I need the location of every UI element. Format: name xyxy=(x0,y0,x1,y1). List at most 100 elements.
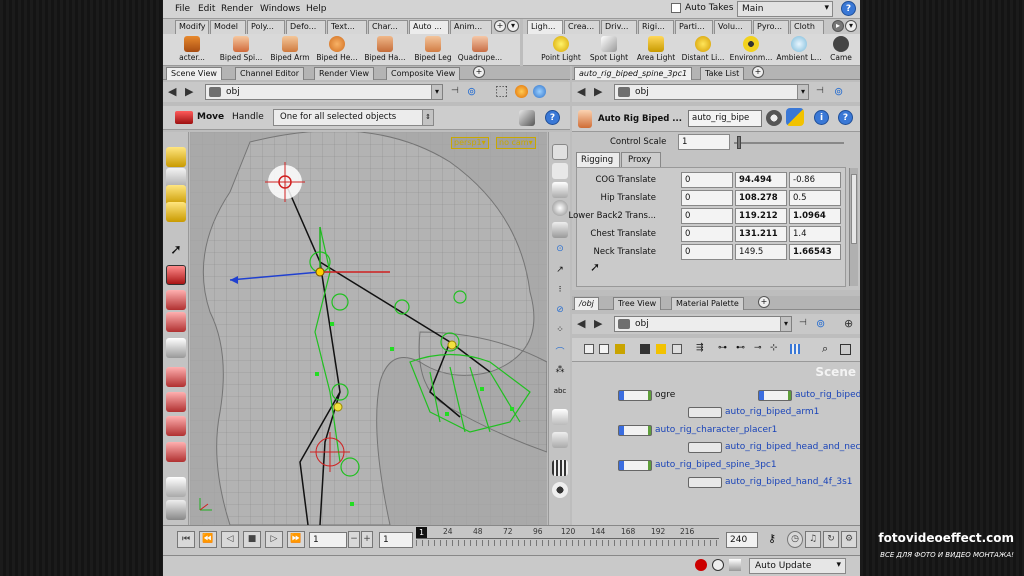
shelf-menu-icon[interactable]: ▾ xyxy=(507,20,519,32)
shelf-tab-deform[interactable]: Defo... xyxy=(286,20,326,34)
pin-icon[interactable]: ⊣ xyxy=(451,85,464,98)
shelf-tab-drive[interactable]: Driv... xyxy=(601,20,637,34)
menu-help[interactable]: Help xyxy=(306,4,327,14)
network-add-tab-icon[interactable]: + xyxy=(758,296,770,308)
paint-icon[interactable] xyxy=(166,442,186,462)
param-x-field[interactable]: 0 xyxy=(681,244,733,260)
frame-icon[interactable] xyxy=(840,344,851,355)
shelf-tab-rigid[interactable]: Rigi... xyxy=(638,20,674,34)
tool-spot-light[interactable]: Spot Light xyxy=(585,35,633,65)
tool-camera[interactable]: Came xyxy=(823,35,859,65)
param-z-field[interactable]: 1.0964 xyxy=(789,208,841,224)
rotate-icon[interactable] xyxy=(166,290,186,310)
shelf-tab-texture[interactable]: Text... xyxy=(327,20,367,34)
timeline-ruler[interactable]: 1 24 48 72 96 120 144 168 192 216 xyxy=(416,526,719,554)
realtime-icon[interactable]: ◷ xyxy=(787,531,803,548)
param-y-field[interactable]: 108.278 xyxy=(735,190,787,206)
current-frame-marker[interactable]: 1 xyxy=(416,527,427,538)
brush-icon[interactable] xyxy=(166,416,186,436)
background-image-icon[interactable] xyxy=(552,409,568,425)
param-z-field[interactable]: 1.4 xyxy=(789,226,841,242)
shelf-tab-cloth[interactable]: Cloth xyxy=(790,20,824,34)
render-sphere-icon[interactable] xyxy=(515,85,528,98)
camera-nocam-menu[interactable]: no cam▾ xyxy=(496,137,536,149)
tool-help-icon[interactable]: ? xyxy=(545,110,560,125)
param-x-field[interactable]: 0 xyxy=(681,226,733,242)
tab-channel-editor[interactable]: Channel Editor xyxy=(235,67,305,80)
tab-material-palette[interactable]: Material Palette xyxy=(671,297,744,310)
display-mode-icon[interactable] xyxy=(552,144,568,160)
pane-add-tab-icon[interactable]: + xyxy=(473,66,485,78)
node-grid-icon[interactable] xyxy=(599,344,609,354)
params-back-arrow-icon[interactable]: ◀ xyxy=(577,85,590,98)
tool-distant-light[interactable]: Distant Li... xyxy=(679,35,727,65)
play-icon[interactable]: ▷ xyxy=(265,531,283,548)
grid-icon[interactable] xyxy=(552,460,568,476)
layout-icon[interactable]: ⇶ xyxy=(696,343,704,353)
shading-mode-icon[interactable] xyxy=(552,163,568,179)
help-icon[interactable]: ? xyxy=(841,1,856,16)
shelf-tab-volume[interactable]: Volu... xyxy=(714,20,752,34)
node-auto-rig-biped-head-and-neck[interactable]: auto_rig_biped_head_and_neck xyxy=(688,441,860,453)
play-reverse-icon[interactable]: ◁ xyxy=(221,531,239,548)
node-auto-rig-character-placer1[interactable]: auto_rig_character_placer1 xyxy=(618,424,777,436)
step-back-icon[interactable]: ⏪ xyxy=(199,531,217,548)
ghost-icon[interactable] xyxy=(552,182,568,198)
tab-take-list[interactable]: Take List xyxy=(700,67,745,80)
align-icon[interactable]: ⊶ xyxy=(718,343,727,353)
step-forward-icon[interactable]: ⏩ xyxy=(287,531,305,548)
params-forward-arrow-icon[interactable]: ▶ xyxy=(594,85,607,98)
tool-ambient-light[interactable]: Ambient L... xyxy=(775,35,823,65)
viewport-cube-icon[interactable]: ⬚ xyxy=(495,84,508,98)
tab-render-view[interactable]: Render View xyxy=(314,67,375,80)
render-region-icon[interactable] xyxy=(166,477,186,497)
link-icon[interactable]: ⊚ xyxy=(467,85,480,98)
tab-composite-view[interactable]: Composite View xyxy=(386,67,461,80)
current-frame-field[interactable]: 1 xyxy=(309,532,347,548)
network-editor[interactable]: Scene ogre auto_rig_biped auto_rig_biped… xyxy=(572,362,860,525)
tool-biped-leg[interactable]: Biped Leg xyxy=(407,35,459,65)
tree-layout-icon[interactable]: ⊷ xyxy=(736,343,745,353)
params-add-tab-icon[interactable]: + xyxy=(752,66,764,78)
shelf-tab-character[interactable]: Char... xyxy=(368,20,408,34)
sticky-note-icon[interactable] xyxy=(656,344,666,354)
shelf-right-menu-icon[interactable]: ▾ xyxy=(845,20,857,32)
network-zoom-icon[interactable]: ⊕ xyxy=(844,317,857,330)
audio-icon[interactable]: ♫ xyxy=(805,531,821,548)
render-icon[interactable] xyxy=(552,222,568,238)
tool-biped-spine[interactable]: Biped Spi... xyxy=(215,35,267,65)
primitive-icon[interactable]: ⌒ xyxy=(552,345,568,361)
shelf-tab-create[interactable]: Crea... xyxy=(564,20,600,34)
tab-auto-rig-spine[interactable]: auto_rig_biped_spine_3pc1 xyxy=(574,67,693,80)
handle-tool-icon[interactable] xyxy=(166,202,186,222)
scale-icon[interactable] xyxy=(166,312,186,332)
param-y-field[interactable]: 131.211 xyxy=(735,226,787,242)
shelf-tab-poly[interactable]: Poly... xyxy=(247,20,285,34)
move-icon[interactable] xyxy=(166,265,186,285)
info-icon[interactable]: i xyxy=(814,110,829,125)
node-auto-rig-biped-hand-4f-3s1[interactable]: auto_rig_biped_hand_4f_3s1 xyxy=(688,476,853,488)
record-icon[interactable] xyxy=(695,559,707,571)
end-frame-field[interactable]: 240 xyxy=(726,532,758,548)
status-icon[interactable] xyxy=(712,559,724,571)
key-icon[interactable]: ⚷ xyxy=(768,532,776,545)
search-icon[interactable]: ⌕ xyxy=(822,342,828,356)
params-scrollbar[interactable] xyxy=(849,168,858,286)
param-y-field[interactable]: 94.494 xyxy=(735,172,787,188)
network-back-arrow-icon[interactable]: ◀ xyxy=(577,317,590,330)
eye-icon[interactable] xyxy=(552,482,568,498)
cache-icon[interactable] xyxy=(729,559,741,571)
stop-icon[interactable]: ■ xyxy=(243,531,261,548)
branch-icon[interactable]: ⊸ xyxy=(754,343,762,353)
param-x-field[interactable]: 0 xyxy=(681,208,733,224)
path-dropdown-icon[interactable]: ▾ xyxy=(431,85,442,99)
frame-increment-button[interactable]: + xyxy=(361,531,373,548)
network-forward-arrow-icon[interactable]: ▶ xyxy=(594,317,607,330)
node-auto-rig-biped-arm1[interactable]: auto_rig_biped_arm1 xyxy=(688,406,819,418)
params-link-icon[interactable]: ⊚ xyxy=(834,85,847,98)
control-scale-slider[interactable] xyxy=(734,142,844,144)
transform-icon[interactable] xyxy=(166,367,186,387)
tool-point-light[interactable]: Point Light xyxy=(537,35,585,65)
scene-path-field[interactable]: obj ▾ xyxy=(205,84,443,100)
network-path-field[interactable]: obj ▾ xyxy=(614,316,792,332)
